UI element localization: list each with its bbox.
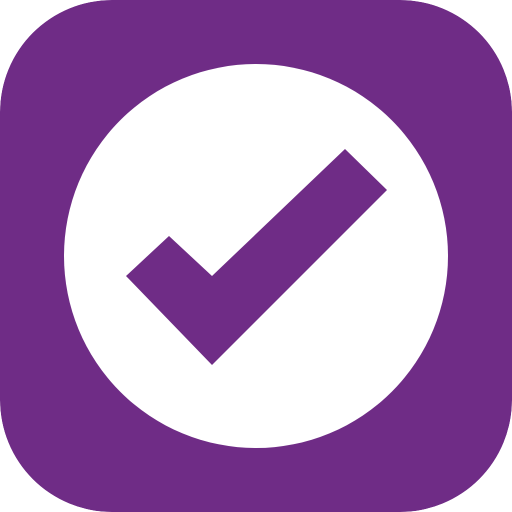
app-icon[interactable] [0, 0, 512, 512]
icon-tile-background [0, 0, 512, 512]
checkmark-in-circle-icon [0, 0, 512, 512]
